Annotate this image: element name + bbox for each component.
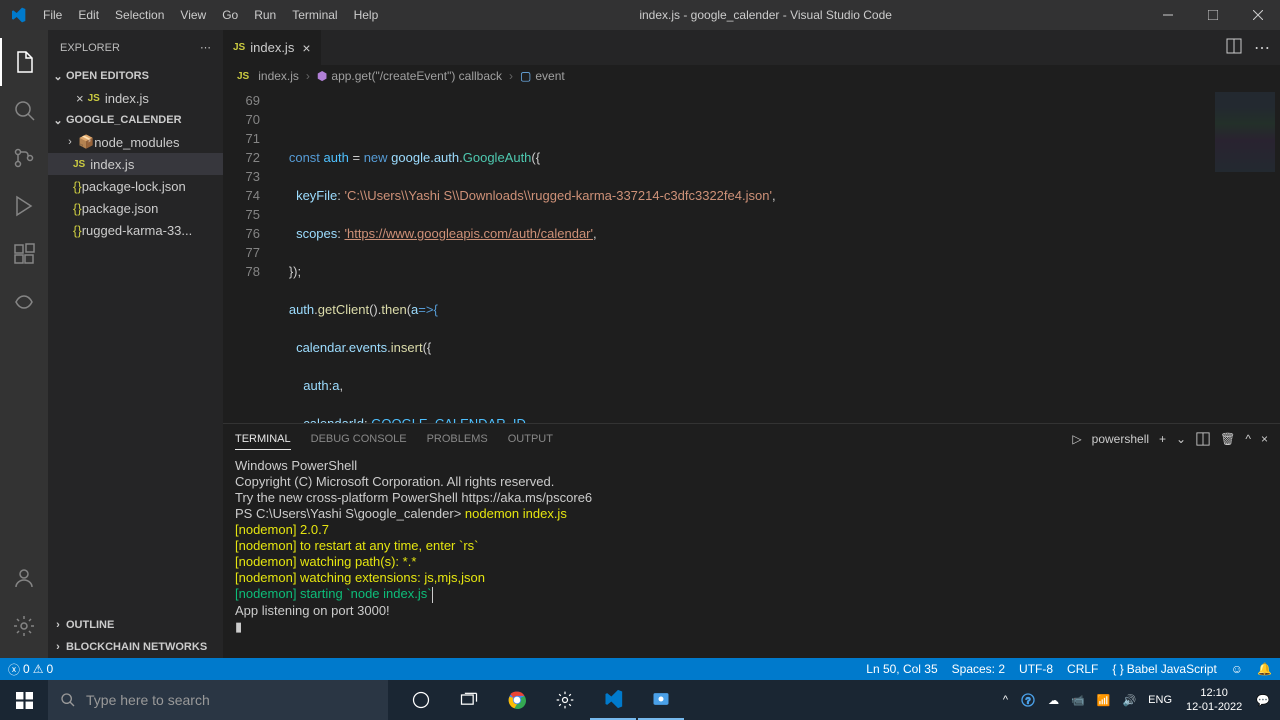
title-bar: File Edit Selection View Go Run Terminal… [0, 0, 1280, 30]
menu-terminal[interactable]: Terminal [284, 8, 345, 22]
code-content[interactable]: const auth = new google.auth.GoogleAuth(… [278, 87, 1200, 423]
new-terminal-icon[interactable]: + [1159, 432, 1166, 446]
split-terminal-icon[interactable] [1196, 432, 1210, 446]
status-spaces[interactable]: Spaces: 2 [952, 662, 1005, 676]
menu-go[interactable]: Go [214, 8, 246, 22]
tab-terminal[interactable]: TERMINAL [235, 429, 291, 450]
tab-problems[interactable]: PROBLEMS [427, 429, 488, 449]
task-view-icon[interactable] [446, 680, 492, 720]
vscode-logo [0, 7, 35, 23]
menu-selection[interactable]: Selection [107, 8, 172, 22]
terminal-shell-label[interactable]: powershell [1092, 432, 1149, 446]
window-title: index.js - google_calender - Visual Stud… [386, 8, 1145, 22]
activity-bar [0, 30, 48, 658]
status-encoding[interactable]: UTF-8 [1019, 662, 1053, 676]
help-icon[interactable]: ? [1014, 692, 1042, 708]
status-bell-icon[interactable]: 🔔 [1257, 662, 1272, 676]
maximize-panel-icon[interactable]: ^ [1245, 432, 1251, 446]
split-editor-icon[interactable] [1226, 38, 1242, 58]
file-index-js[interactable]: JSindex.js [48, 153, 223, 175]
close-button[interactable] [1235, 0, 1280, 30]
open-editor-file[interactable]: ×JSindex.js [48, 87, 223, 109]
status-line-col[interactable]: Ln 50, Col 35 [866, 662, 937, 676]
explorer-title: EXPLORER [60, 42, 120, 54]
explorer-icon[interactable] [0, 38, 48, 86]
notifications-icon[interactable]: 💬 [1250, 694, 1276, 707]
menu-file[interactable]: File [35, 8, 70, 22]
editor-tabs: JSindex.js × ⋯ [223, 30, 1280, 65]
terminal-dropdown-icon[interactable]: ⌄ [1176, 432, 1186, 446]
kill-terminal-icon[interactable]: 🗑 [1220, 432, 1235, 446]
onedrive-icon[interactable]: ☁ [1042, 694, 1065, 707]
settings-icon[interactable] [542, 680, 588, 720]
outline-section[interactable]: ›OUTLINE [48, 614, 223, 636]
close-panel-icon[interactable]: × [1261, 432, 1268, 446]
vscode-taskbar-icon[interactable] [590, 680, 636, 720]
workspace-section[interactable]: ⌄GOOGLE_CALENDER [48, 109, 223, 131]
language-indicator[interactable]: ENG [1142, 694, 1178, 706]
wifi-icon[interactable]: 📶 [1091, 694, 1117, 707]
truffle-icon[interactable] [0, 278, 48, 326]
menu-edit[interactable]: Edit [70, 8, 107, 22]
maximize-button[interactable] [1190, 0, 1235, 30]
cortana-icon[interactable] [398, 680, 444, 720]
panel: TERMINAL DEBUG CONSOLE PROBLEMS OUTPUT ▷… [223, 423, 1280, 658]
minimize-button[interactable] [1145, 0, 1190, 30]
menu-run[interactable]: Run [246, 8, 284, 22]
file-rugged-karma[interactable]: {} rugged-karma-33... [48, 219, 223, 241]
status-language[interactable]: { } Babel JavaScript [1112, 662, 1216, 676]
volume-icon[interactable]: 🔊 [1116, 694, 1142, 707]
menu-view[interactable]: View [172, 8, 214, 22]
folder-node-modules[interactable]: ›📦node_modules [48, 131, 223, 153]
status-bar: ⓧ 0 ⚠ 0 Ln 50, Col 35 Spaces: 2 UTF-8 CR… [0, 658, 1280, 680]
status-feedback-icon[interactable]: ☺ [1231, 662, 1243, 676]
status-eol[interactable]: CRLF [1067, 662, 1098, 676]
blockchain-section[interactable]: ›BLOCKCHAIN NETWORKS [48, 636, 223, 658]
tab-output[interactable]: OUTPUT [508, 429, 553, 449]
menu-help[interactable]: Help [346, 8, 387, 22]
chrome-icon[interactable] [494, 680, 540, 720]
taskbar-clock[interactable]: 12:1012-01-2022 [1178, 686, 1250, 714]
terminal-content[interactable]: Windows PowerShell Copyright (C) Microso… [223, 454, 1280, 658]
tab-debug-console[interactable]: DEBUG CONSOLE [311, 429, 407, 449]
screen-capture-icon[interactable] [638, 680, 684, 720]
close-file-icon[interactable]: × [76, 91, 84, 106]
tab-close-icon[interactable]: × [302, 40, 310, 56]
taskbar-search[interactable]: Type here to search [48, 680, 388, 720]
terminal-shell-icon[interactable]: ▷ [1072, 432, 1081, 446]
editor-more-icon[interactable]: ⋯ [1254, 38, 1270, 58]
file-package-lock[interactable]: {} package-lock.json [48, 175, 223, 197]
explorer-sidebar: EXPLORER ⋯ ⌄OPEN EDITORS ×JSindex.js ⌄GO… [48, 30, 223, 658]
open-editors-section[interactable]: ⌄OPEN EDITORS [48, 65, 223, 87]
extensions-icon[interactable] [0, 230, 48, 278]
source-control-icon[interactable] [0, 134, 48, 182]
file-package-json[interactable]: {} package.json [48, 197, 223, 219]
svg-text:?: ? [1026, 695, 1031, 705]
breadcrumb[interactable]: JSindex.js ›⬢ app.get("/createEvent") ca… [223, 65, 1280, 87]
run-debug-icon[interactable] [0, 182, 48, 230]
settings-gear-icon[interactable] [0, 602, 48, 650]
explorer-more-icon[interactable]: ⋯ [200, 41, 211, 54]
tab-index-js[interactable]: JSindex.js × [223, 30, 322, 65]
windows-taskbar: Type here to search ^ ? ☁ 📹 📶 🔊 ENG 12:1… [0, 680, 1280, 720]
start-button[interactable] [0, 680, 48, 720]
account-icon[interactable] [0, 554, 48, 602]
minimap[interactable] [1200, 87, 1280, 423]
meet-now-icon[interactable]: 📹 [1065, 694, 1091, 707]
tray-chevron-icon[interactable]: ^ [997, 694, 1014, 706]
line-numbers: 69707172737475767778 [223, 87, 278, 423]
status-errors[interactable]: ⓧ 0 ⚠ 0 [8, 661, 53, 678]
search-icon[interactable] [0, 86, 48, 134]
code-editor[interactable]: 69707172737475767778 const auth = new go… [223, 87, 1280, 423]
